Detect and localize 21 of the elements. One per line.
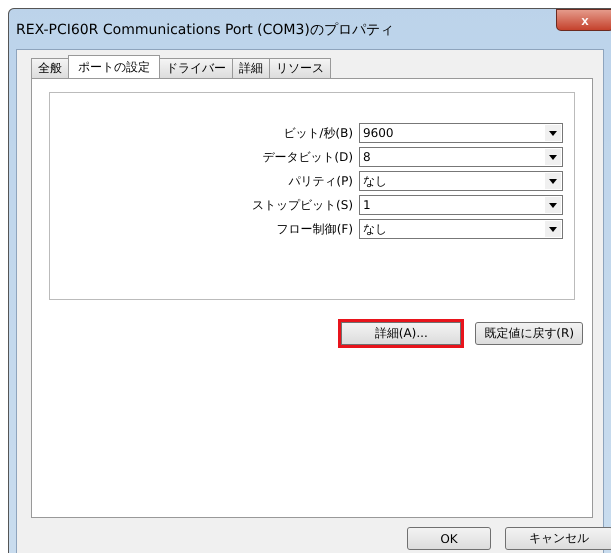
dialog-button[interactable]: キャンセル xyxy=(505,527,611,550)
tab[interactable]: ドライバー xyxy=(159,58,233,78)
field-label: フロー制御(F) xyxy=(276,220,353,238)
tab[interactable]: 全般 xyxy=(31,58,69,78)
dropdown[interactable]: なし xyxy=(359,219,563,239)
dropdown[interactable]: 9600 xyxy=(359,123,563,143)
field-label: ストップビット(S) xyxy=(252,196,353,214)
tab[interactable]: リソース xyxy=(269,58,331,78)
field-label: データビット(D) xyxy=(262,148,353,166)
field-label: パリティ(P) xyxy=(288,172,353,190)
panel-button[interactable]: 詳細(A)... xyxy=(341,322,462,345)
dialog-button[interactable]: OK xyxy=(407,527,491,550)
close-button[interactable]: x xyxy=(556,9,611,31)
window-title: REX-PCI60R Communications Port (COM3)のプロパティ xyxy=(16,21,394,39)
panel-button[interactable]: 既定値に戻す(R) xyxy=(475,322,583,345)
dropdown[interactable]: なし xyxy=(359,171,563,191)
dropdown[interactable]: 1 xyxy=(359,195,563,215)
dropdown[interactable]: 8 xyxy=(359,147,563,167)
tab[interactable]: ポートの設定 xyxy=(68,55,160,78)
field-label: ビット/秒(B) xyxy=(283,124,353,142)
tab[interactable]: 詳細 xyxy=(232,58,270,78)
